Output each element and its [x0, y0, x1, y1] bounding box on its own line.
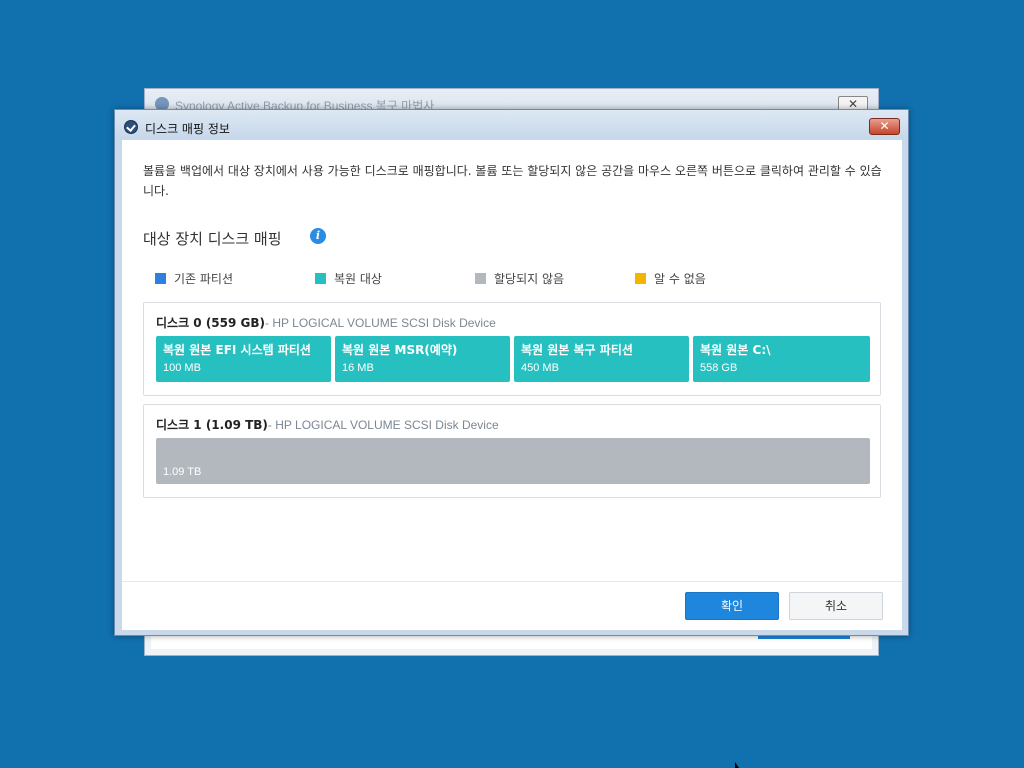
dialog-content: 볼륨을 백업에서 대상 장치에서 사용 가능한 디스크로 매핑합니다. 볼륨 또… [122, 140, 902, 630]
mouse-cursor-icon [735, 762, 739, 768]
legend-swatch-teal [315, 273, 326, 284]
disk-1-panel: 디스크 1 (1.09 TB)- HP LOGICAL VOLUME SCSI … [143, 404, 881, 498]
legend-swatch-gray [475, 273, 486, 284]
info-icon[interactable]: i [310, 228, 326, 244]
unallocated-space[interactable]: 1.09 TB [156, 438, 870, 484]
section-title: 대상 장치 디스크 매핑 [143, 230, 282, 248]
legend-swatch-blue [155, 273, 166, 284]
disk-mapping-dialog: 디스크 매핑 정보 ✕ 볼륨을 백업에서 대상 장치에서 사용 가능한 디스크로… [114, 109, 909, 636]
dialog-titlebar: 디스크 매핑 정보 ✕ [115, 110, 908, 140]
partition-efi[interactable]: 복원 원본 EFI 시스템 파티션 100 MB [156, 336, 331, 382]
legend-label: 기존 파티션 [174, 272, 234, 286]
legend-unallocated: 할당되지 않음 [475, 270, 564, 287]
unallocated-size: 1.09 TB [163, 466, 202, 478]
partition-msr[interactable]: 복원 원본 MSR(예약) 16 MB [335, 336, 510, 382]
partition-name: 복원 원본 EFI 시스템 파티션 [163, 343, 311, 357]
disk-0-panel: 디스크 0 (559 GB)- HP LOGICAL VOLUME SCSI D… [143, 302, 881, 396]
partition-size: 100 MB [163, 362, 201, 374]
disk-model: - HP LOGICAL VOLUME SCSI Disk Device [265, 316, 496, 330]
app-logo-icon [124, 120, 138, 134]
legend-label: 할당되지 않음 [494, 272, 565, 286]
ok-button[interactable]: 확인 [685, 592, 779, 620]
description-text: 볼륨을 백업에서 대상 장치에서 사용 가능한 디스크로 매핑합니다. 볼륨 또… [143, 164, 882, 198]
footer-divider [122, 581, 902, 582]
disk-model: - HP LOGICAL VOLUME SCSI Disk Device [267, 418, 499, 432]
legend-label: 복원 대상 [334, 272, 382, 286]
partition-size: 16 MB [342, 362, 374, 374]
disk-name: 디스크 1 (1.09 TB) [156, 418, 268, 432]
partition-recovery[interactable]: 복원 원본 복구 파티션 450 MB [514, 336, 689, 382]
legend-swatch-yellow [635, 273, 646, 284]
disk-name: 디스크 0 (559 GB) [156, 316, 266, 330]
partition-name: 복원 원본 복구 파티션 [521, 343, 633, 357]
close-button[interactable]: ✕ [869, 118, 900, 135]
partition-c-drive[interactable]: 복원 원본 C:\ 558 GB [693, 336, 870, 382]
legend-unknown: 알 수 없음 [635, 270, 706, 287]
partition-size: 558 GB [700, 362, 738, 374]
partition-name: 복원 원본 MSR(예약) [342, 343, 458, 357]
disk-0-header: 디스크 0 (559 GB)- HP LOGICAL VOLUME SCSI D… [156, 314, 496, 331]
legend-label: 알 수 없음 [654, 272, 706, 286]
partition-size: 450 MB [521, 362, 559, 374]
cancel-button[interactable]: 취소 [789, 592, 883, 620]
legend-existing-partition: 기존 파티션 [155, 270, 233, 287]
dialog-title: 디스크 매핑 정보 [145, 122, 230, 136]
partition-name: 복원 원본 C:\ [700, 343, 771, 357]
legend-restore-target: 복원 대상 [315, 270, 382, 287]
disk-1-header: 디스크 1 (1.09 TB)- HP LOGICAL VOLUME SCSI … [156, 416, 499, 433]
